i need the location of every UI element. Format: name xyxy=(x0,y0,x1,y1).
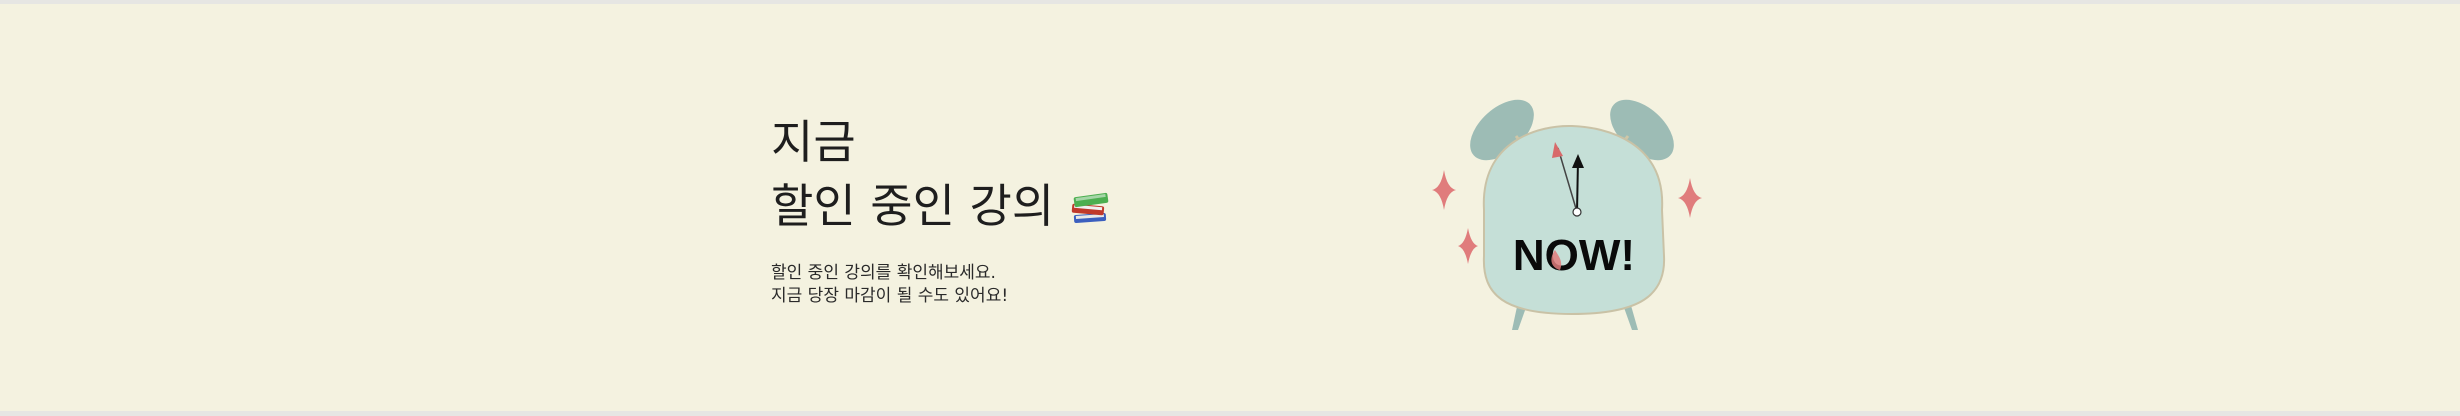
clock-now-text: NOW! xyxy=(1513,231,1635,280)
books-icon xyxy=(1068,183,1114,229)
banner-title-text: 할인 중인 강의 xyxy=(771,179,1055,233)
alarm-clock-icon: NOW! xyxy=(1420,90,1720,340)
banner-description-line2: 지금 당장 마감이 될 수도 있어요! xyxy=(771,286,1009,306)
banner-title-line1: 지금 xyxy=(771,115,856,169)
promo-banner[interactable]: 지금 할인 중인 강의 할인 중인 강의를 확인해보세요. 지금 당장 마감이 … xyxy=(0,4,2460,411)
banner-description-line1: 할인 중인 강의를 확인해보세요. xyxy=(771,263,996,283)
banner-text: 지금 할인 중인 강의 할인 중인 강의를 확인해보세요. 지금 당장 마감이 … xyxy=(771,112,1114,308)
banner-title-line2: 할인 중인 강의 xyxy=(771,176,1114,236)
banner-description: 할인 중인 강의를 확인해보세요. 지금 당장 마감이 될 수도 있어요! xyxy=(771,262,1114,308)
